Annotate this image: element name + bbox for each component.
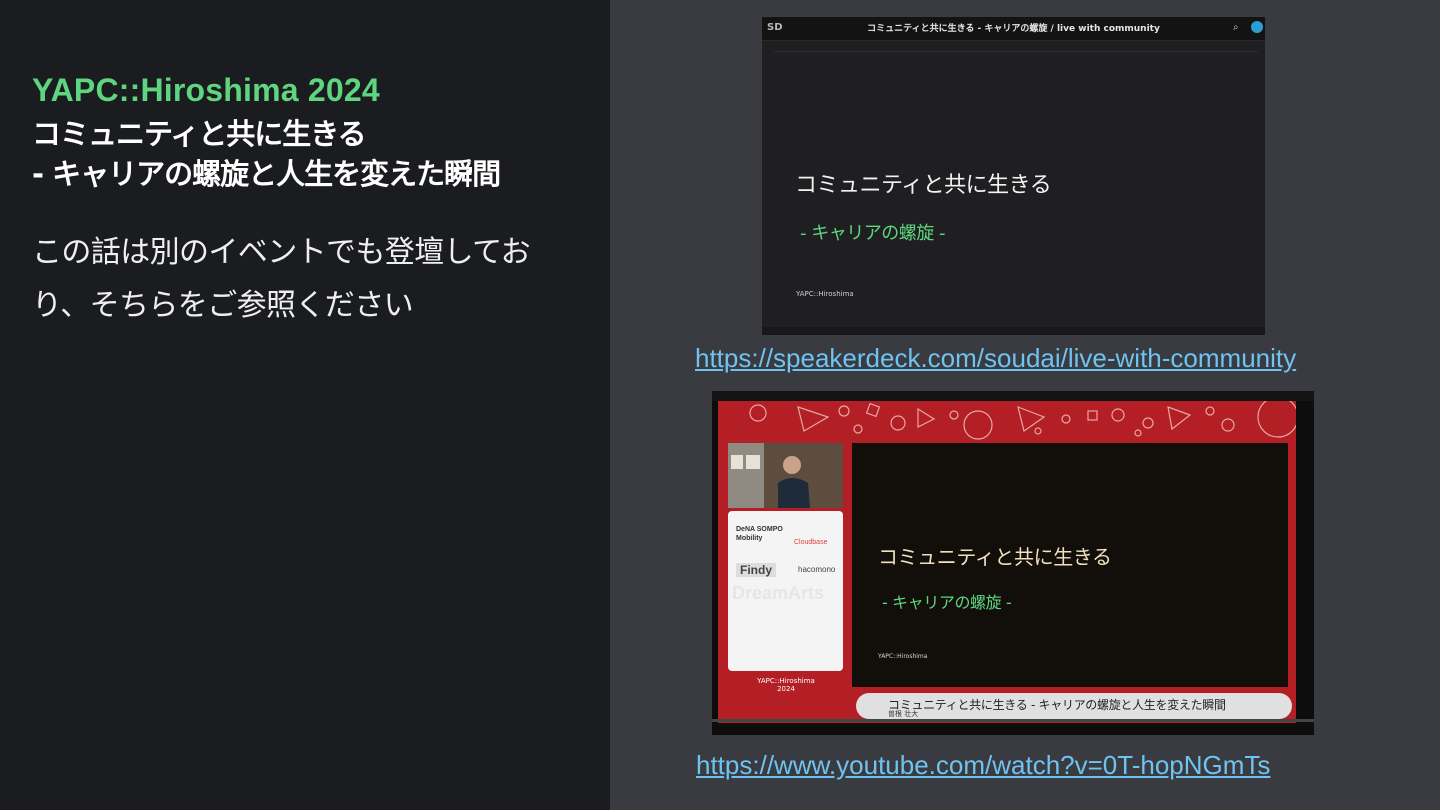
slide-bottom-bar (762, 327, 1265, 335)
slide-footer: YAPC::Hiroshima (796, 290, 854, 298)
sponsor-panel: DeNA SOMPO Mobility Cloudbase Findy haco… (728, 511, 843, 671)
speakerdeck-header: SD コミュニティと共に生きる - キャリアの螺旋 / live with co… (762, 17, 1265, 41)
video-caption: コミュニティと共に生きる - キャリアの螺旋と人生を変えた瞬間 曽根 壮大 (856, 693, 1292, 719)
body-text: この話は別のイベントでも登壇しており、そちらをご参照ください (32, 235, 531, 323)
avatar (1251, 21, 1263, 33)
video-slide-footer: YAPC::Hiroshima (878, 653, 928, 660)
youtube-top-bar (712, 391, 1314, 401)
video-slide: コミュニティと共に生きる - キャリアの螺旋 - YAPC::Hiroshima (852, 443, 1288, 687)
left-panel: YAPC::Hiroshima 2024 コミュニティと共に生きる - キャリア… (0, 0, 610, 810)
event-name: YAPC::Hiroshima 2024 (32, 72, 380, 108)
youtube-link[interactable]: https://www.youtube.com/watch?v=0T-hopNG… (696, 750, 1270, 781)
video-progress-bar[interactable] (712, 719, 1314, 722)
yapc-logo: YAPC::Hiroshima 2024 (757, 677, 815, 693)
video-slide-title: コミュニティと共に生きる (878, 545, 1112, 569)
sponsor-dreamarts: DreamArts (732, 583, 825, 603)
video-slide-subtitle: - キャリアの螺旋 - (882, 593, 1012, 612)
slide-subtitle: - キャリアの螺旋 - (800, 223, 945, 244)
speakerdeck-link[interactable]: https://speakerdeck.com/soudai/live-with… (695, 343, 1296, 374)
sponsor-hacomono: hacomono (798, 565, 836, 574)
speakerdeck-page-title: コミュニティと共に生きる - キャリアの螺旋 / live with commu… (867, 24, 1160, 34)
speaker-camera (728, 443, 843, 508)
slide-title: コミュニティと共に生きる (795, 173, 1052, 198)
decoration-pattern (749, 401, 1296, 440)
caption-speaker: 曽根 壮大 (888, 710, 919, 718)
talk-title-line2: - キャリアの螺旋と人生を変えた瞬間 (32, 157, 501, 191)
sponsor-findy: Findy (736, 563, 776, 577)
divider (774, 51, 1258, 52)
sponsor-dena: DeNA SOMPO Mobility (736, 526, 783, 542)
caption-title: コミュニティと共に生きる - キャリアの螺旋と人生を変えた瞬間 (888, 698, 1226, 712)
search-icon: ⌕ (1233, 22, 1239, 33)
talk-title: コミュニティと共に生きる - キャリアの螺旋と人生を変えた瞬間 (32, 114, 501, 194)
sponsor-cloudbase: Cloudbase (794, 539, 828, 546)
speaker-silhouette-icon (728, 443, 843, 508)
youtube-screenshot: DeNA SOMPO Mobility Cloudbase Findy haco… (712, 391, 1314, 735)
video-frame: DeNA SOMPO Mobility Cloudbase Findy haco… (718, 401, 1296, 723)
speakerdeck-screenshot: SD コミュニティと共に生きる - キャリアの螺旋 / live with co… (762, 17, 1265, 335)
talk-title-line1: コミュニティと共に生きる (32, 117, 367, 151)
